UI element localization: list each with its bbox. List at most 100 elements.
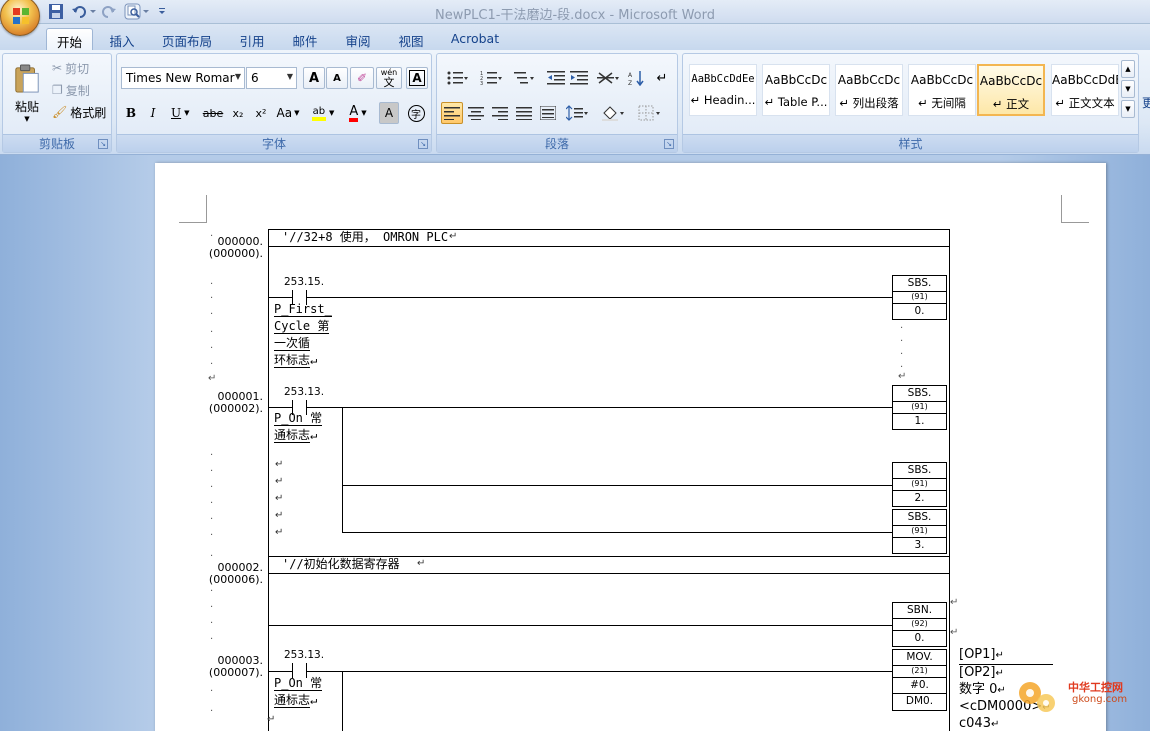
numbering-button[interactable]: 123 bbox=[475, 67, 507, 89]
styles-scroll-up-icon[interactable]: ▲ bbox=[1121, 60, 1135, 78]
increase-indent-button[interactable] bbox=[568, 67, 590, 89]
sbn-value: 0. bbox=[914, 632, 925, 644]
return-mark: ↵ bbox=[275, 493, 284, 504]
line-spacing-button[interactable] bbox=[561, 102, 593, 124]
rung2-sbs-block-2[interactable]: SBS. (91) 2. bbox=[892, 462, 947, 507]
bullets-button[interactable] bbox=[441, 67, 473, 89]
watermark-brand: 中华工控网 bbox=[1068, 681, 1123, 694]
highlight-button[interactable]: ab ▼ bbox=[307, 102, 339, 124]
mov-name: MOV. bbox=[893, 650, 946, 666]
superscript-button[interactable]: x² bbox=[251, 102, 271, 124]
rung2-sbs-block-3[interactable]: SBS. (91) 3. bbox=[892, 509, 947, 554]
enclose-characters-button[interactable]: 字 bbox=[405, 102, 427, 124]
style-sample: AaBbCcDc bbox=[837, 73, 901, 87]
tab-review[interactable]: 审阅 bbox=[336, 28, 380, 50]
justify-button[interactable] bbox=[513, 102, 535, 124]
distributed-button[interactable] bbox=[537, 102, 559, 124]
styles-scroll-down-icon[interactable]: ▼ bbox=[1121, 80, 1135, 98]
align-center-button[interactable] bbox=[465, 102, 487, 124]
label-line: P_On 常 bbox=[274, 676, 323, 691]
style-item[interactable]: AaBbCcDdEe ↵ Headin... bbox=[689, 64, 757, 116]
ribbon: 粘贴 ▼ ✂ 剪切 ❐ 复制 🖌 格式刷 剪贴板 ↘ Times New Rom… bbox=[0, 50, 1150, 155]
paragraph-mark: . bbox=[210, 599, 214, 610]
label-line: 环标志 bbox=[274, 353, 311, 368]
paste-icon bbox=[15, 64, 39, 93]
italic-button[interactable]: I bbox=[143, 102, 163, 124]
gear-icon bbox=[1019, 682, 1055, 712]
tab-references[interactable]: 引用 bbox=[230, 28, 274, 50]
style-name: ↵ 正文文本 bbox=[1055, 96, 1115, 110]
change-case-icon: Aa bbox=[276, 106, 293, 120]
asian-layout-button[interactable] bbox=[592, 67, 624, 89]
subscript-button[interactable]: x₂ bbox=[228, 102, 248, 124]
bold-button[interactable]: B bbox=[121, 102, 141, 124]
shrink-font-button[interactable]: A bbox=[326, 67, 348, 89]
phonetic-guide-button[interactable]: wén 文 bbox=[376, 67, 402, 89]
strikethrough-button[interactable]: abe bbox=[201, 102, 225, 124]
sbs-code: (91) bbox=[893, 526, 946, 538]
paragraph-mark-icon: ↵ bbox=[656, 70, 668, 86]
paragraph-launcher-icon[interactable]: ↘ bbox=[664, 139, 674, 149]
rung2-address: (000002). bbox=[208, 402, 263, 415]
paragraph-mark: . bbox=[210, 511, 214, 522]
align-left-button[interactable] bbox=[441, 102, 463, 124]
paragraph-mark: . bbox=[900, 320, 904, 331]
style-sample: AaBbCcDc bbox=[910, 73, 974, 87]
sort-button[interactable]: AZ bbox=[626, 67, 648, 89]
highlight-dropdown-icon: ▼ bbox=[329, 109, 335, 117]
change-case-button[interactable]: Aa ▼ bbox=[274, 102, 302, 124]
borders-button[interactable] bbox=[633, 102, 665, 124]
style-item[interactable]: AaBbCcDc ↵ 正文 bbox=[977, 64, 1045, 116]
multilevel-list-button[interactable] bbox=[509, 67, 541, 89]
character-shading-button[interactable]: A bbox=[379, 102, 399, 124]
sbs-value: 0. bbox=[914, 305, 925, 317]
change-styles-label[interactable]: 更 bbox=[1142, 94, 1150, 111]
style-item[interactable]: AaBbCcDc ↵ Table P... bbox=[762, 64, 830, 116]
align-right-button[interactable] bbox=[489, 102, 511, 124]
tab-home[interactable]: 开始 bbox=[46, 28, 93, 50]
tab-acrobat[interactable]: Acrobat bbox=[444, 28, 506, 50]
left-power-rail bbox=[268, 247, 269, 731]
style-name: ↵ 正文 bbox=[992, 97, 1030, 111]
character-border-button[interactable]: A bbox=[406, 67, 428, 89]
rung5-mov-block[interactable]: MOV. (21) #0. DM0. bbox=[892, 649, 947, 711]
underline-button[interactable]: U ▼ bbox=[166, 102, 194, 124]
return-mark: ↵ bbox=[950, 627, 959, 638]
show-formatting-marks-button[interactable]: ↵ bbox=[651, 67, 673, 89]
font-launcher-icon[interactable]: ↘ bbox=[418, 139, 428, 149]
style-item[interactable]: AaBbCcDc ↵ 列出段落 bbox=[835, 64, 903, 116]
style-item[interactable]: AaBbCcDdE ↵ 正文文本 bbox=[1051, 64, 1119, 116]
tab-view[interactable]: 视图 bbox=[389, 28, 433, 50]
sbs-code: (91) bbox=[893, 402, 946, 414]
format-painter-button[interactable]: 🖌 格式刷 bbox=[51, 102, 111, 122]
decrease-indent-button[interactable] bbox=[545, 67, 567, 89]
multilevel-list-icon bbox=[514, 72, 534, 84]
crop-mark-top-right bbox=[1061, 195, 1089, 223]
grow-font-button[interactable]: A bbox=[303, 67, 325, 89]
cut-button[interactable]: ✂ 剪切 bbox=[51, 58, 111, 78]
styles-more-icon[interactable]: ▼ bbox=[1121, 100, 1135, 118]
clipboard-group-label: 剪贴板 bbox=[3, 134, 111, 152]
font-color-button[interactable]: A ▼ bbox=[343, 102, 373, 124]
scissors-icon: ✂ bbox=[52, 61, 63, 75]
tab-insert[interactable]: 插入 bbox=[100, 28, 144, 50]
copy-button[interactable]: ❐ 复制 bbox=[51, 80, 111, 100]
clipboard-launcher-icon[interactable]: ↘ bbox=[98, 139, 108, 149]
tab-mailings[interactable]: 邮件 bbox=[283, 28, 327, 50]
rung4-sbn-block[interactable]: SBN. (92) 0. bbox=[892, 602, 947, 647]
document-page[interactable]: . . . . . . . ↵ . . . . . . . . . . . . … bbox=[155, 163, 1106, 731]
paragraph-mark: . bbox=[210, 463, 214, 474]
distributed-icon bbox=[540, 106, 556, 120]
font-family-combo[interactable]: Times New Romar ▼ bbox=[121, 67, 245, 89]
clear-formatting-button[interactable]: ✐ bbox=[350, 67, 374, 89]
tab-page-layout[interactable]: 页面布局 bbox=[152, 28, 222, 50]
shading-button[interactable] bbox=[597, 102, 629, 124]
style-item[interactable]: AaBbCcDc ↵ 无间隔 bbox=[908, 64, 976, 116]
paragraph-mark: . bbox=[900, 333, 904, 344]
font-group: Times New Romar ▼ 6 ▼ A A ✐ wén 文 A B I … bbox=[116, 53, 432, 153]
rung2-sbs-block-1[interactable]: SBS. (91) 1. bbox=[892, 385, 947, 430]
rung1-sbs-block[interactable]: SBS. (91) 0. bbox=[892, 275, 947, 320]
paste-button[interactable]: 粘贴 ▼ bbox=[7, 58, 47, 128]
font-size-combo[interactable]: 6 ▼ bbox=[246, 67, 297, 89]
return-mark: ↵ bbox=[898, 371, 907, 382]
